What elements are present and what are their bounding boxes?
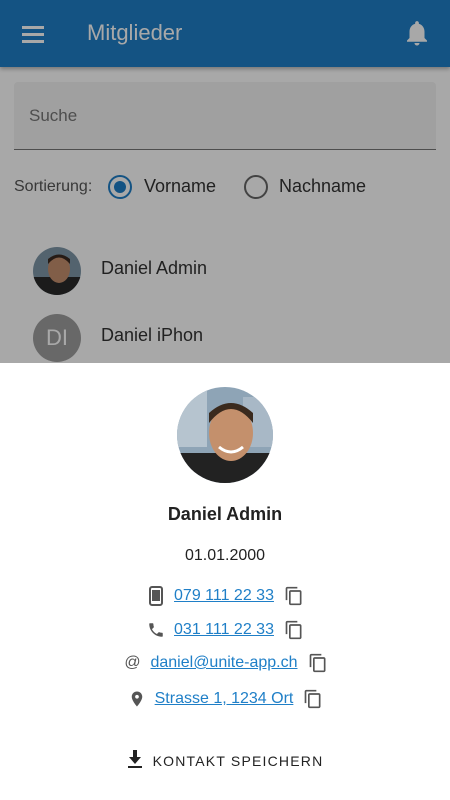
address-link[interactable]: Strasse 1, 1234 Ort <box>155 690 294 708</box>
contact-address-row: Strasse 1, 1234 Ort <box>0 686 450 712</box>
copy-icon[interactable] <box>284 586 304 606</box>
copy-icon[interactable] <box>284 620 304 640</box>
phone-link[interactable]: 031 111 22 33 <box>174 621 274 639</box>
location-pin-icon <box>127 689 147 709</box>
phone-icon <box>146 620 166 640</box>
copy-icon[interactable] <box>308 653 328 673</box>
contact-mobile-row: 079 111 22 33 <box>0 583 450 609</box>
at-icon: @ <box>124 654 141 671</box>
save-contact-button[interactable]: KONTAKT SPEICHERN <box>113 743 337 779</box>
copy-icon[interactable] <box>303 689 323 709</box>
contact-avatar <box>177 387 273 483</box>
contact-birthday: 01.01.2000 <box>184 547 266 564</box>
contact-email-row: @ daniel@unite-app.ch <box>0 650 450 676</box>
email-link[interactable]: daniel@unite-app.ch <box>150 654 297 672</box>
contact-phone-row: 031 111 22 33 <box>0 617 450 643</box>
save-contact-label: KONTAKT SPEICHERN <box>152 753 324 769</box>
mobile-link[interactable]: 079 111 22 33 <box>174 587 274 605</box>
download-icon <box>127 749 143 773</box>
contact-bottom-sheet: Daniel Admin 01.01.2000 079 111 22 33 03… <box>0 363 450 800</box>
modal-scrim[interactable] <box>0 0 450 363</box>
contact-name: Daniel Admin <box>167 504 283 524</box>
smartphone-icon <box>146 586 166 606</box>
